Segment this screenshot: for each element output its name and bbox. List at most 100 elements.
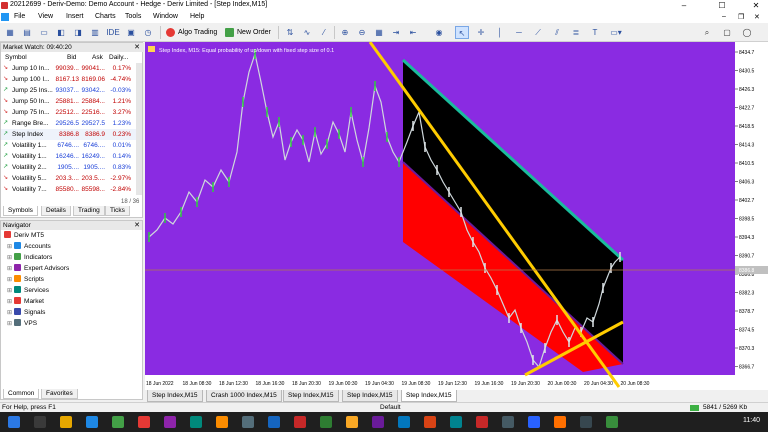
column-bid[interactable]: Bid (67, 52, 76, 63)
chat-icon[interactable]: ▢ (720, 26, 734, 39)
nav-item[interactable]: ⊞ Market (7, 297, 44, 307)
tile-windows-icon[interactable]: ▦ (372, 26, 386, 39)
signals-icon[interactable]: ∿ (300, 26, 314, 39)
shapes-icon[interactable]: ▭▾ (607, 26, 625, 39)
column-symbol[interactable]: Symbol (5, 52, 27, 63)
nav-item[interactable]: ⊞ VPS (7, 319, 37, 329)
buy-sell-icon[interactable]: ⇅ (283, 26, 297, 39)
app-icon[interactable] (294, 416, 306, 428)
chart-window[interactable]: Step Index, M15: Equal probability of up… (145, 41, 768, 390)
autoscroll-icon[interactable]: ⇤ (406, 26, 420, 39)
navigator-icon[interactable]: ◨ (71, 26, 85, 39)
app-icon[interactable] (164, 416, 176, 428)
ide-label[interactable]: IDE (105, 26, 121, 39)
app-icon[interactable] (346, 416, 358, 428)
mdi-restore-button[interactable]: ❐ (738, 13, 744, 21)
fibonacci-icon[interactable]: ≣ (569, 26, 583, 39)
app-icon[interactable] (216, 416, 228, 428)
nav-item[interactable]: ⊞ Scripts (7, 275, 44, 285)
app-icon[interactable] (320, 416, 332, 428)
market-watch-row[interactable]: ↘ Volatility 5... 203.3.... 203.5.... -2.97% (1, 173, 142, 184)
column-daily[interactable]: Daily... (109, 52, 128, 63)
edge-icon[interactable] (86, 416, 98, 428)
profiles-icon[interactable]: ▤ (20, 26, 34, 39)
expand-icon[interactable]: ⊞ (7, 321, 12, 327)
tab-favorites[interactable]: Favorites (41, 389, 78, 399)
trend-line-icon[interactable]: ⟋ (531, 26, 545, 39)
nav-item[interactable]: ⊞ Signals (7, 308, 45, 318)
zoom-out-icon[interactable]: ⊖ (355, 26, 369, 39)
search-icon[interactable]: ⌕ (700, 26, 714, 39)
scrollbar[interactable] (136, 63, 142, 195)
market-watch-row[interactable]: ↘ Jump 10 In... 99039... 99041... 0.17% (1, 63, 142, 74)
tab-details[interactable]: Details (41, 206, 71, 216)
market-watch-row[interactable]: ↗ Step Index 8386.8 8386.9 0.23% (1, 129, 142, 140)
nav-item[interactable]: ⊞ Expert Advisors (7, 264, 69, 274)
expand-icon[interactable]: ⊞ (7, 277, 12, 283)
price-chart[interactable]: Step Index, M15: Equal probability of up… (145, 41, 768, 390)
menu-file[interactable]: File (14, 13, 25, 20)
market-watch-row[interactable]: ↗ Range Bre... 29526.5 29527.5 1.23% (1, 118, 142, 129)
line-icon[interactable]: ⁄ (317, 26, 331, 39)
market-watch-icon[interactable]: ◧ (54, 26, 68, 39)
history-icon[interactable]: ◷ (141, 26, 155, 39)
market-watch-row[interactable]: ↗ Volatility 2... 1905.... 1905.... 0.83% (1, 162, 142, 173)
app-icon[interactable] (424, 416, 436, 428)
market-watch-row[interactable]: ↘ Volatility 7... 85580... 85598... -2.84% (1, 184, 142, 195)
new-order-button[interactable]: New Order (225, 26, 275, 39)
crosshair-icon[interactable]: ✛ (474, 26, 488, 39)
tab-trading[interactable]: Trading (73, 206, 105, 216)
app-icon[interactable] (606, 416, 618, 428)
nav-item[interactable]: ⊞ Accounts (7, 242, 51, 252)
menu-tools[interactable]: Tools (125, 13, 141, 20)
nav-item[interactable]: ⊞ Indicators (7, 253, 52, 263)
cursor-icon[interactable]: ↖ (455, 26, 469, 39)
expand-icon[interactable]: ⊞ (7, 255, 12, 261)
app-icon[interactable] (502, 416, 514, 428)
menu-charts[interactable]: Charts (95, 13, 116, 20)
tab-common[interactable]: Common (3, 389, 40, 399)
market-watch-row[interactable]: ↗ Volatility 1... 16246... 16249... 0.14% (1, 151, 142, 162)
horizontal-line-icon[interactable]: ─ (512, 26, 526, 39)
app-icon[interactable] (398, 416, 410, 428)
vertical-line-icon[interactable]: │ (493, 26, 507, 39)
close-button[interactable]: ✕ (744, 0, 768, 11)
app-icon[interactable] (190, 416, 202, 428)
account-icon[interactable]: ◯ (740, 26, 754, 39)
mdi-minimize-button[interactable]: – (722, 13, 726, 20)
algo-trading-button[interactable]: Algo Trading (166, 26, 221, 39)
chart-tab-5[interactable]: Step Index,M15 (401, 390, 457, 402)
menu-view[interactable]: View (38, 13, 53, 20)
screenshot-icon[interactable]: ◉ (432, 26, 446, 39)
menu-insert[interactable]: Insert (66, 13, 84, 20)
expand-icon[interactable]: ⊞ (7, 310, 12, 316)
menu-help[interactable]: Help (190, 13, 204, 20)
expand-icon[interactable]: ⊞ (7, 299, 12, 305)
close-icon[interactable]: ✕ (134, 221, 140, 230)
app-icon[interactable] (580, 416, 592, 428)
app-icon[interactable] (554, 416, 566, 428)
new-chart-icon[interactable]: ▦ (3, 26, 17, 39)
chart-tab-4[interactable]: Step Index,M15 (342, 390, 398, 402)
market-watch-row[interactable]: ↘ Jump 75 In... 22512... 22516... 3.27% (1, 107, 142, 118)
nav-item[interactable]: ⊞ Services (7, 286, 49, 296)
chart-window-icon[interactable]: ▭ (37, 26, 51, 39)
search-icon[interactable] (34, 416, 46, 428)
chart-tab-3[interactable]: Step Index,M15 (283, 390, 339, 402)
app-icon[interactable] (268, 416, 280, 428)
market-watch-row[interactable]: ↗ Volatility 1... 6746.... 6746.... 0.01% (1, 140, 142, 151)
zoom-in-icon[interactable]: ⊕ (338, 26, 352, 39)
menu-window[interactable]: Window (153, 13, 178, 20)
tab-ticks[interactable]: Ticks (105, 206, 130, 216)
channel-icon[interactable]: ⫽ (550, 26, 564, 39)
app-icon[interactable] (242, 416, 254, 428)
chrome-icon[interactable] (112, 416, 124, 428)
chart-tab-1[interactable]: Step Index,M15 (147, 390, 203, 402)
mt5-icon[interactable] (138, 416, 150, 428)
expand-icon[interactable]: ⊞ (7, 266, 12, 272)
app-icon[interactable] (372, 416, 384, 428)
column-ask[interactable]: Ask (92, 52, 103, 63)
app-icon[interactable] (528, 416, 540, 428)
market-watch-row[interactable]: ↘ Jump 100 I... 8167.13 8169.06 -4.74% (1, 74, 142, 85)
start-icon[interactable] (8, 416, 20, 428)
